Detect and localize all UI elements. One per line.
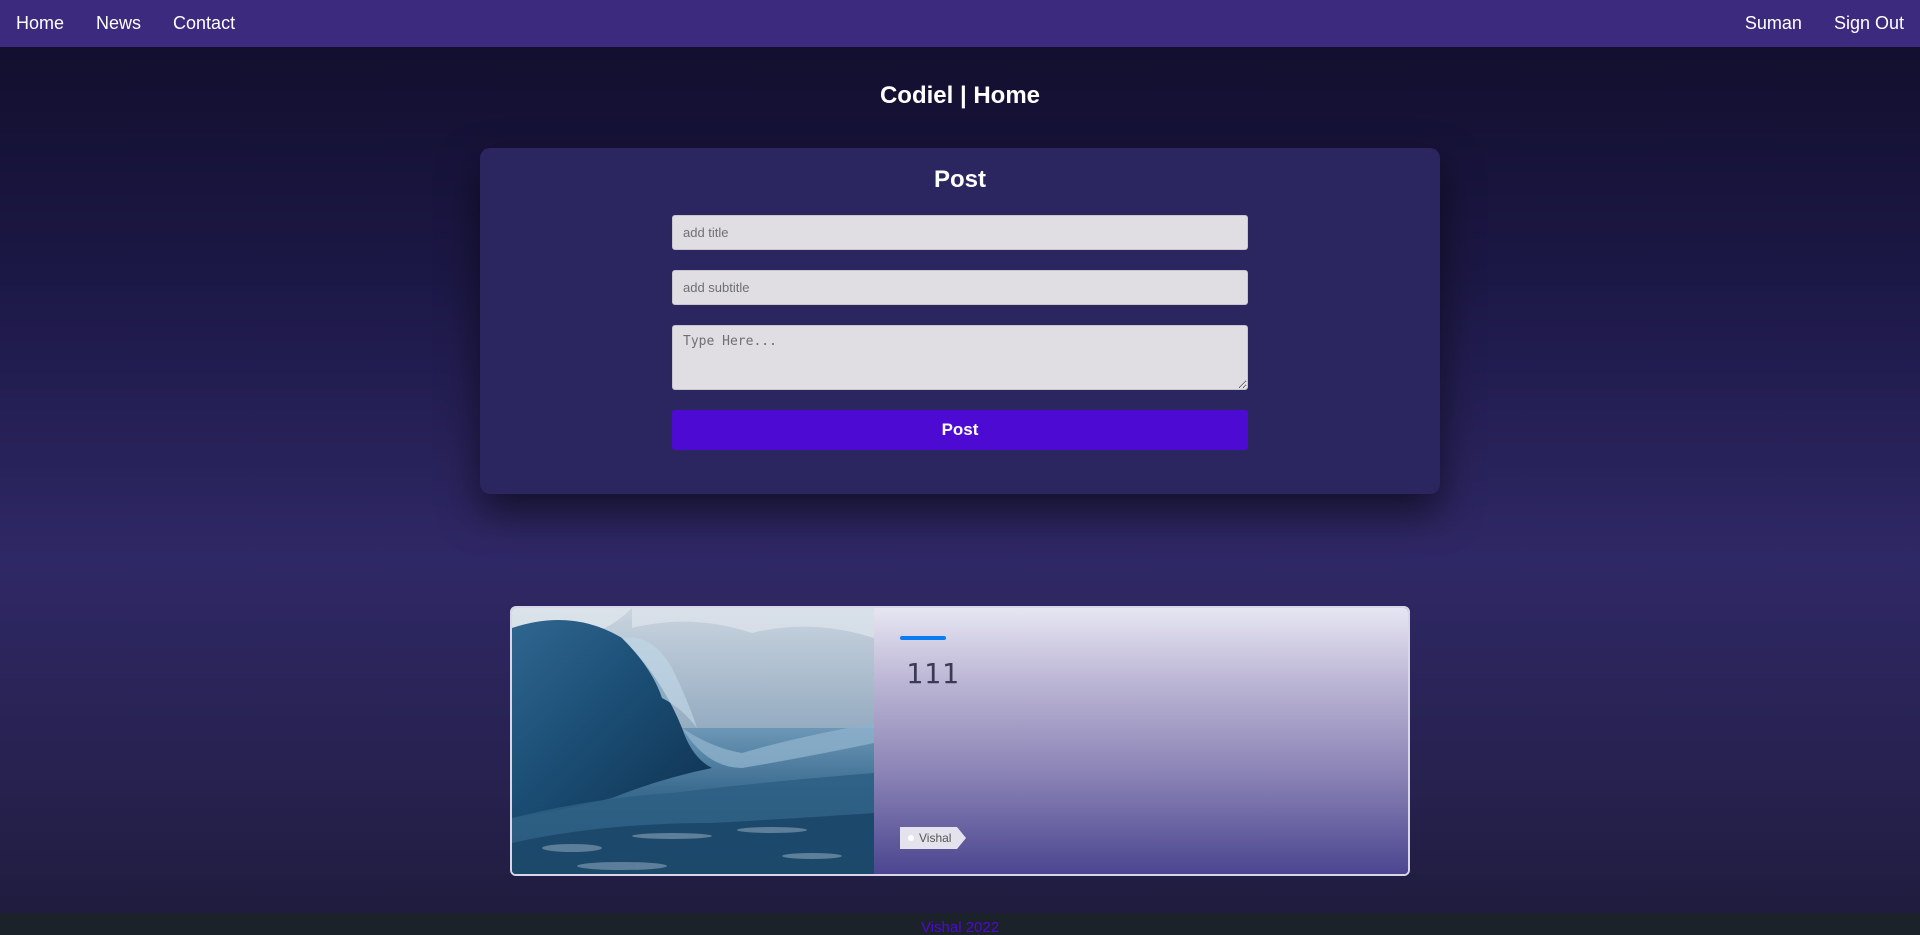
post-form-title: Post bbox=[933, 166, 986, 193]
nav-home-link[interactable]: Home bbox=[0, 0, 80, 47]
author-tag[interactable]: Vishal bbox=[900, 827, 967, 849]
nav-news-link[interactable]: News bbox=[80, 0, 157, 47]
nav-left-group: Home News Contact bbox=[0, 0, 251, 47]
ocean-wave-photo bbox=[512, 608, 874, 874]
author-name: Vishal bbox=[919, 831, 952, 845]
nav-signout-link[interactable]: Sign Out bbox=[1818, 0, 1920, 47]
page-title: Codiel | Home bbox=[879, 82, 1041, 109]
nav-user-link[interactable]: Suman bbox=[1729, 0, 1818, 47]
top-navbar: Home News Contact Suman Sign Out bbox=[0, 0, 1920, 47]
accent-bar bbox=[900, 636, 946, 640]
post-submit-button[interactable]: Post bbox=[672, 410, 1248, 450]
title-input[interactable] bbox=[672, 215, 1248, 250]
blog-post-body: 111 Vishal bbox=[874, 608, 1408, 874]
post-form-card: Post Post bbox=[480, 148, 1440, 494]
subtitle-input[interactable] bbox=[672, 270, 1248, 305]
page-footer: Vishal 2022 bbox=[0, 913, 1920, 935]
blog-post-card[interactable]: 111 Vishal bbox=[510, 606, 1410, 876]
blog-post-image bbox=[512, 608, 874, 874]
footer-text: Vishal 2022 bbox=[920, 919, 1000, 935]
nav-right-group: Suman Sign Out bbox=[1729, 0, 1920, 47]
author-tag-body: Vishal bbox=[900, 827, 958, 849]
blog-post-title[interactable]: 111 bbox=[906, 657, 960, 690]
author-dot-icon bbox=[908, 835, 914, 841]
tag-arrow-icon bbox=[957, 827, 967, 849]
nav-contact-link[interactable]: Contact bbox=[157, 0, 251, 47]
body-textarea[interactable] bbox=[672, 325, 1248, 390]
